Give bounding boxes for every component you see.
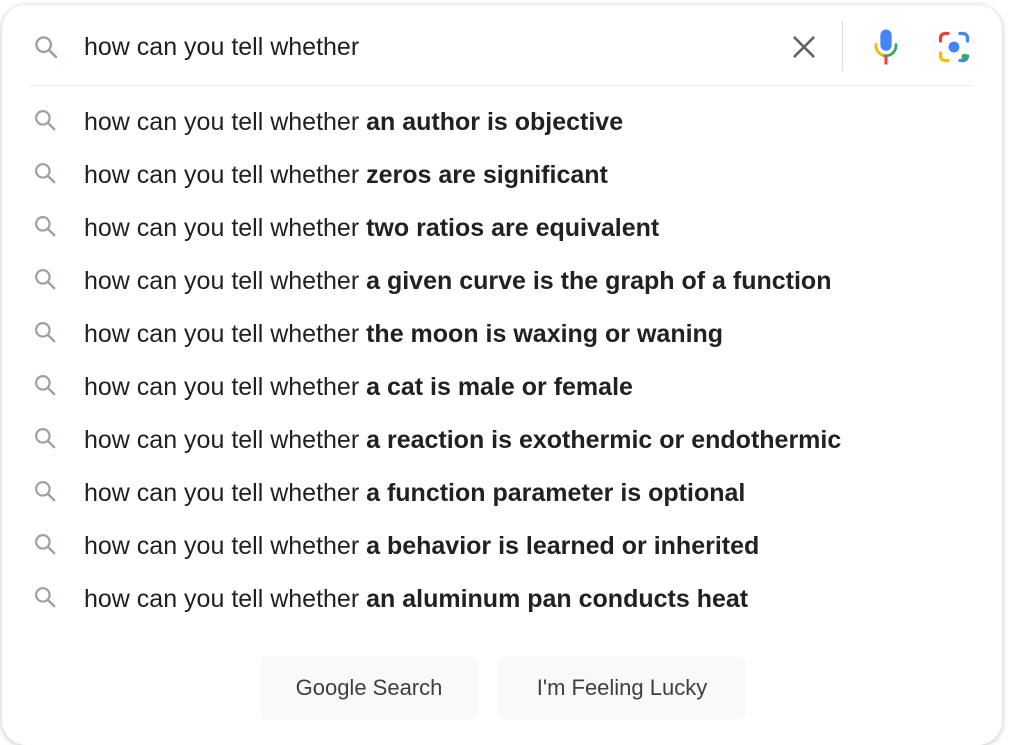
search-bar: [2, 5, 1002, 85]
search-icon: [32, 425, 58, 451]
suggestion-completion: a reaction is exothermic or endothermic: [366, 426, 842, 454]
search-icon: [32, 33, 60, 61]
suggestion-text: how can you tell whether a behavior is l…: [84, 531, 759, 561]
close-icon[interactable]: [784, 27, 824, 67]
suggestion-text: how can you tell whether a given curve i…: [84, 266, 831, 296]
search-icon: [32, 160, 58, 186]
suggestion-item[interactable]: how can you tell whether an aluminum pan…: [2, 572, 1002, 625]
search-icon: [32, 319, 58, 345]
suggestion-prefix: how can you tell whether: [84, 320, 367, 348]
suggestion-item[interactable]: how can you tell whether zeros are signi…: [2, 148, 1002, 201]
search-input[interactable]: [84, 27, 764, 67]
suggestion-completion: an author is objective: [366, 108, 624, 136]
search-icon: [32, 107, 58, 133]
suggestions-divider: [30, 85, 972, 86]
suggestion-completion: a cat is male or female: [366, 373, 633, 401]
suggestion-text: how can you tell whether zeros are signi…: [84, 160, 608, 190]
microphone-icon[interactable]: [866, 25, 906, 69]
suggestion-prefix: how can you tell whether: [84, 479, 367, 507]
suggestion-completion: zeros are significant: [366, 161, 608, 189]
suggestion-prefix: how can you tell whether: [84, 585, 367, 613]
suggestion-text: how can you tell whether a function para…: [84, 478, 745, 508]
search-bar-divider: [842, 21, 843, 71]
suggestion-item[interactable]: how can you tell whether a reaction is e…: [2, 413, 1002, 466]
suggestion-item[interactable]: how can you tell whether a behavior is l…: [2, 519, 1002, 572]
suggestion-prefix: how can you tell whether: [84, 161, 367, 189]
suggestion-item[interactable]: how can you tell whether a given curve i…: [2, 254, 1002, 307]
search-suggestion-panel: how can you tell whether an author is ob…: [2, 5, 1002, 745]
suggestion-text: how can you tell whether two ratios are …: [84, 213, 659, 243]
search-icon: [32, 478, 58, 504]
suggestion-item[interactable]: how can you tell whether an author is ob…: [2, 95, 1002, 148]
suggestion-prefix: how can you tell whether: [84, 214, 367, 242]
suggestion-text: how can you tell whether a reaction is e…: [84, 425, 841, 455]
search-buttons: Google Search I'm Feeling Lucky: [2, 657, 1002, 719]
suggestion-completion: a function parameter is optional: [366, 479, 746, 507]
suggestion-text: how can you tell whether an aluminum pan…: [84, 584, 748, 614]
suggestion-item[interactable]: how can you tell whether two ratios are …: [2, 201, 1002, 254]
suggestion-prefix: how can you tell whether: [84, 426, 367, 454]
suggestion-completion: the moon is waxing or waning: [366, 320, 724, 348]
suggestion-completion: a behavior is learned or inherited: [366, 532, 760, 560]
search-icon: [32, 531, 58, 557]
suggestion-item[interactable]: how can you tell whether a function para…: [2, 466, 1002, 519]
suggestion-prefix: how can you tell whether: [84, 267, 367, 295]
search-icon: [32, 266, 58, 292]
suggestion-prefix: how can you tell whether: [84, 108, 367, 136]
suggestion-completion: a given curve is the graph of a function: [366, 267, 832, 295]
camera-lens-icon[interactable]: [932, 25, 976, 69]
search-icon: [32, 372, 58, 398]
suggestion-text: how can you tell whether an author is ob…: [84, 107, 623, 137]
suggestion-prefix: how can you tell whether: [84, 373, 367, 401]
suggestion-item[interactable]: how can you tell whether a cat is male o…: [2, 360, 1002, 413]
suggestion-text: how can you tell whether a cat is male o…: [84, 372, 633, 402]
suggestion-prefix: how can you tell whether: [84, 532, 367, 560]
suggestion-completion: an aluminum pan conducts heat: [366, 585, 749, 613]
suggestion-completion: two ratios are equivalent: [366, 214, 660, 242]
suggestion-text: how can you tell whether the moon is wax…: [84, 319, 723, 349]
suggestion-list: how can you tell whether an author is ob…: [2, 95, 1002, 625]
search-icon: [32, 213, 58, 239]
search-icon: [32, 584, 58, 610]
suggestion-item[interactable]: how can you tell whether the moon is wax…: [2, 307, 1002, 360]
